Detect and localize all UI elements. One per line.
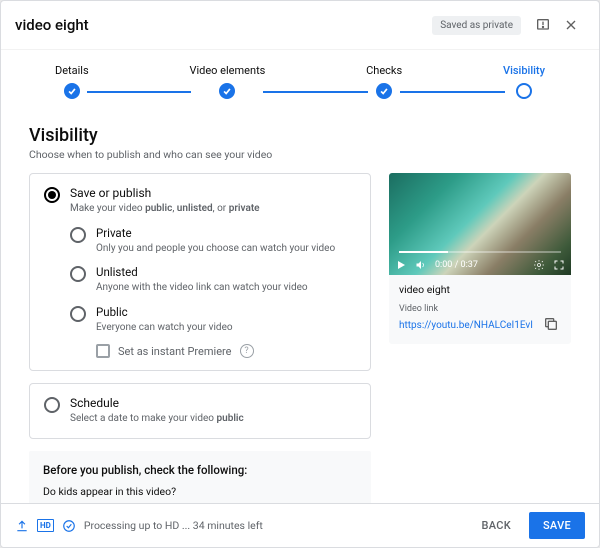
- check-icon: [64, 83, 80, 99]
- settings-icon[interactable]: [533, 259, 545, 271]
- check-circle-icon: [62, 519, 76, 533]
- option-private[interactable]: Private Only you and people you choose c…: [70, 226, 356, 256]
- close-icon[interactable]: [557, 11, 585, 39]
- before-publish-notice: Before you publish, check the following:…: [29, 451, 371, 504]
- back-button[interactable]: BACK: [471, 513, 521, 538]
- current-step-icon: [516, 83, 532, 99]
- upload-icon: [15, 519, 29, 533]
- radio-unselected-icon: [70, 306, 86, 322]
- copy-link-icon[interactable]: [543, 316, 561, 334]
- saved-as-private-badge: Saved as private: [432, 16, 521, 35]
- option-schedule[interactable]: Schedule Select a date to make your vide…: [44, 396, 356, 426]
- playback-time: 0:00 / 0:37: [435, 260, 478, 270]
- option-save-or-publish[interactable]: Save or publish Make your video public, …: [44, 186, 356, 216]
- radio-selected-icon: [44, 187, 60, 203]
- save-or-publish-desc: Make your video public, unlisted, or pri…: [70, 202, 356, 216]
- check-icon: [376, 83, 392, 99]
- dialog-header: video eight Saved as private: [1, 1, 599, 50]
- schedule-card: Schedule Select a date to make your vide…: [29, 383, 371, 439]
- upload-dialog: video eight Saved as private Details Vid…: [0, 0, 600, 548]
- dialog-footer: HD Processing up to HD ... 34 minutes le…: [1, 503, 599, 547]
- video-thumbnail[interactable]: 0:00 / 0:37: [389, 173, 571, 275]
- hd-badge: HD: [37, 519, 54, 532]
- help-icon[interactable]: ?: [240, 344, 254, 358]
- visibility-heading: Visibility: [29, 125, 571, 146]
- feedback-icon[interactable]: [529, 11, 557, 39]
- save-or-publish-card: Save or publish Make your video public, …: [29, 173, 371, 371]
- option-unlisted[interactable]: Unlisted Anyone with the video link can …: [70, 265, 356, 295]
- volume-icon[interactable]: [415, 259, 427, 271]
- radio-unselected-icon: [44, 397, 60, 413]
- dialog-body-scroll[interactable]: Details Video elements Checks Visibility…: [1, 50, 599, 503]
- step-details[interactable]: Details: [55, 64, 89, 99]
- save-button[interactable]: SAVE: [529, 512, 585, 539]
- step-checks[interactable]: Checks: [366, 64, 402, 99]
- stepper: Details Video elements Checks Visibility: [29, 50, 571, 121]
- checkbox-unchecked-icon: [96, 344, 110, 358]
- step-visibility[interactable]: Visibility: [503, 64, 545, 99]
- video-url-link[interactable]: https://youtu.be/NHALCeI1EvI: [399, 320, 537, 331]
- processing-status: Processing up to HD ... 34 minutes left: [84, 519, 263, 532]
- video-link-label: Video link: [399, 304, 561, 314]
- radio-unselected-icon: [70, 266, 86, 282]
- progress-bar[interactable]: [399, 251, 561, 253]
- instant-premiere-checkbox[interactable]: Set as instant Premiere ?: [96, 344, 356, 358]
- play-icon[interactable]: [395, 259, 407, 271]
- step-video-elements[interactable]: Video elements: [189, 64, 265, 99]
- radio-unselected-icon: [70, 227, 86, 243]
- preview-title: video eight: [399, 283, 561, 296]
- visibility-subheading: Choose when to publish and who can see y…: [29, 148, 571, 161]
- video-preview: 0:00 / 0:37 video eight Video link https…: [389, 173, 571, 344]
- video-title: video eight: [15, 16, 89, 34]
- option-public[interactable]: Public Everyone can watch your video: [70, 305, 356, 335]
- fullscreen-icon[interactable]: [553, 259, 565, 271]
- check-icon: [219, 83, 235, 99]
